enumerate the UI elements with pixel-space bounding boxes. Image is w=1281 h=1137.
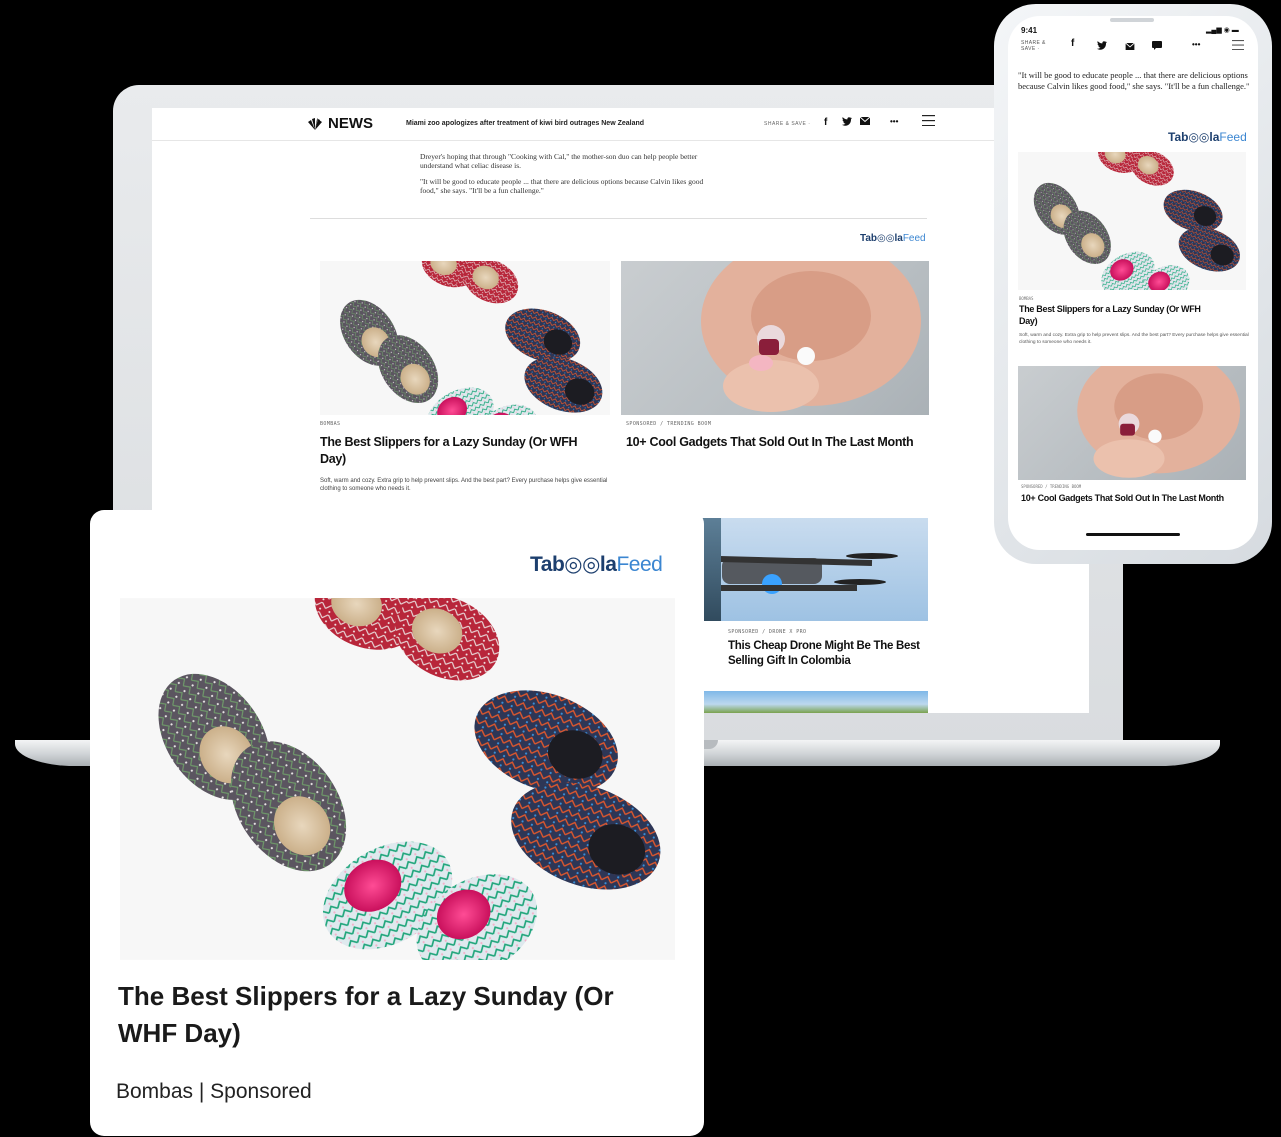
- card-description: Soft, warm and cozy. Extra grip to help …: [320, 478, 608, 492]
- taboola-wordmark: Tab◎◎la: [530, 553, 617, 576]
- phone-notch: [1110, 18, 1154, 22]
- sms-icon[interactable]: [1152, 41, 1162, 53]
- taboola-wordmark: Tab◎◎la: [1168, 130, 1220, 144]
- status-time: 9:41: [1021, 26, 1038, 35]
- featured-slippers-image[interactable]: [120, 552, 676, 997]
- card-image-earbud[interactable]: [621, 261, 929, 415]
- taboola-feed-logo: Tab◎◎laFeed: [860, 233, 926, 244]
- divider: [310, 218, 927, 219]
- article-paragraph: "It will be good to educate people ... t…: [420, 177, 704, 195]
- phone-article-text: "It will be good to educate people ... t…: [1018, 70, 1250, 91]
- card-title[interactable]: The Best Slippers for a Lazy Sunday (Or …: [320, 434, 580, 468]
- more-icon[interactable]: •••: [1192, 40, 1200, 49]
- card-image-castle[interactable]: [704, 691, 928, 713]
- card-title[interactable]: 10+ Cool Gadgets That Sold Out In The La…: [626, 434, 916, 451]
- share-save-button[interactable]: SHARE & SAVE ·: [764, 121, 810, 127]
- facebook-icon[interactable]: f: [1071, 38, 1074, 49]
- phone-card-image-slippers[interactable]: [1018, 152, 1246, 290]
- phone-screen: BOMBAS The Best Slippers for a Lazy Sund…: [1008, 16, 1258, 550]
- more-icon[interactable]: •••: [890, 117, 898, 126]
- twitter-icon[interactable]: [842, 117, 852, 129]
- card-image-slippers[interactable]: [320, 261, 610, 415]
- card-title[interactable]: This Cheap Drone Might Be The Best Selli…: [728, 639, 928, 669]
- home-indicator: [1086, 533, 1180, 536]
- taboola-wordmark: Tab◎◎la: [860, 233, 903, 244]
- taboola-feed-logo: Tab◎◎laFeed: [530, 552, 663, 577]
- article-body: Dreyer's hoping that through "Cooking wi…: [420, 152, 720, 202]
- phone-card-kicker: SPONSORED / TRENDING BOOM: [1021, 484, 1082, 489]
- phone-card-title[interactable]: 10+ Cool Gadgets That Sold Out In The La…: [1021, 492, 1241, 514]
- site-header: NEWS Miami zoo apologizes after treatmen…: [152, 108, 1089, 141]
- featured-title[interactable]: The Best Slippers for a Lazy Sunday (Or …: [118, 978, 678, 1052]
- phone-card-description: Soft, warm and cozy. Extra grip to help …: [1019, 333, 1249, 345]
- feed-wordmark: Feed: [616, 553, 663, 576]
- nbc-news-logo[interactable]: NEWS: [306, 115, 373, 132]
- logo-text: NEWS: [328, 115, 373, 132]
- menu-icon[interactable]: [922, 115, 935, 129]
- card-kicker: SPONSORED / TRENDING BOOM: [626, 421, 712, 427]
- mail-icon[interactable]: [859, 116, 871, 128]
- twitter-icon[interactable]: [1097, 41, 1107, 53]
- feed-wordmark: Feed: [902, 233, 926, 244]
- card-kicker: SPONSORED / DRONE X PRO: [728, 629, 807, 635]
- taboola-feed-logo: Tab◎◎laFeed: [1168, 130, 1247, 144]
- article-paragraph: Dreyer's hoping that through "Cooking wi…: [420, 152, 698, 170]
- status-icons: ▂▄▆ ◉ ▬: [1206, 27, 1239, 34]
- menu-icon[interactable]: [1232, 40, 1244, 53]
- phone-card-image-earbud[interactable]: [1018, 366, 1246, 480]
- facebook-icon[interactable]: f: [824, 117, 827, 128]
- featured-ad-card[interactable]: Tab◎◎laFeed The Best Slippers for a Lazy…: [90, 510, 704, 1136]
- card-kicker: BOMBAS: [320, 421, 341, 427]
- phone-card-title[interactable]: The Best Slippers for a Lazy Sunday (Or …: [1019, 303, 1219, 327]
- phone-card-kicker: BOMBAS: [1019, 296, 1034, 301]
- feed-wordmark: Feed: [1219, 130, 1247, 144]
- phone-share-save-button[interactable]: SHARE & SAVE ·: [1021, 40, 1046, 52]
- featured-source: Bombas | Sponsored: [116, 1080, 312, 1103]
- mail-icon[interactable]: [1125, 42, 1135, 53]
- headline-ticker[interactable]: Miami zoo apologizes after treatment of …: [406, 120, 644, 127]
- peacock-icon: [308, 117, 322, 130]
- save-label: SAVE ·: [1021, 46, 1040, 52]
